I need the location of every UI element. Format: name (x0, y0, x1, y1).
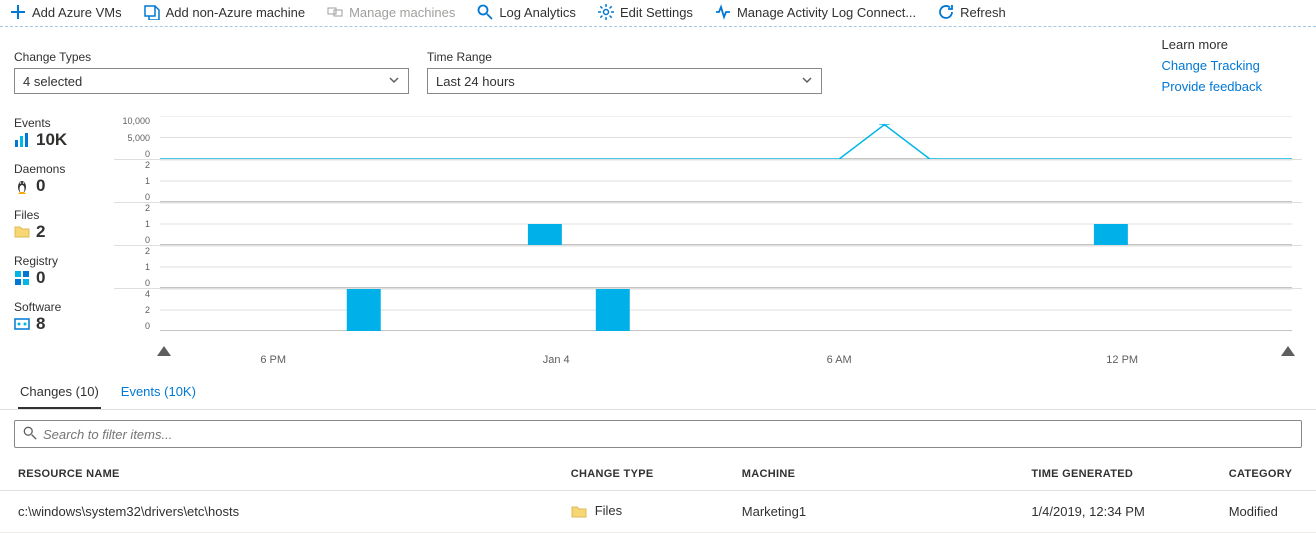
x-tick-label: 6 AM (827, 354, 852, 366)
cell-machine: Marketing1 (724, 491, 1014, 533)
result-tabs: Changes (10) Events (10K) (0, 372, 1316, 410)
change-tracking-link[interactable]: Change Tracking (1162, 58, 1262, 73)
activity-icon (715, 4, 731, 20)
col-machine[interactable]: MACHINE (724, 458, 1014, 491)
stat-daemons[interactable]: Daemons 0 (14, 162, 114, 196)
registry-icon (14, 270, 30, 286)
search-icon (477, 4, 493, 20)
search-box[interactable] (14, 420, 1302, 448)
plus-icon (10, 4, 26, 20)
manage-machines-button: Manage machines (327, 4, 455, 20)
results-table: RESOURCE NAME CHANGE TYPE MACHINE TIME G… (0, 458, 1316, 533)
x-tick-label: Jan 4 (543, 354, 570, 366)
manage-activity-label: Manage Activity Log Connect... (737, 5, 916, 20)
machines-icon (327, 4, 343, 20)
provide-feedback-link[interactable]: Provide feedback (1162, 79, 1262, 94)
col-time[interactable]: TIME GENERATED (1013, 458, 1210, 491)
chevron-down-icon (801, 74, 813, 89)
range-handle-right[interactable] (1281, 346, 1295, 356)
chart-row-registry[interactable]: 210 (114, 245, 1302, 288)
manage-activity-button[interactable]: Manage Activity Log Connect... (715, 4, 916, 20)
stat-events[interactable]: Events 10K (14, 116, 114, 150)
log-analytics-label: Log Analytics (499, 5, 576, 20)
software-icon (14, 316, 30, 332)
tab-events[interactable]: Events (10K) (119, 378, 198, 409)
time-range-select[interactable]: Last 24 hours (427, 68, 822, 94)
cell-resource: c:\windows\system32\drivers\etc\hosts (0, 491, 553, 533)
range-handle-left[interactable] (157, 346, 171, 356)
time-range-label: Time Range (427, 50, 822, 64)
search-input[interactable] (43, 427, 1293, 442)
folder-icon (14, 224, 30, 240)
stat-files[interactable]: Files 2 (14, 208, 114, 242)
table-row[interactable]: c:\windows\system32\drivers\etc\hostsFil… (0, 491, 1316, 533)
cell-category: Modified (1211, 491, 1316, 533)
learn-more-label: Learn more (1162, 37, 1262, 52)
manage-machines-label: Manage machines (349, 5, 455, 20)
chevron-down-icon (388, 74, 400, 89)
time-range-value: Last 24 hours (436, 74, 515, 89)
change-types-select[interactable]: 4 selected (14, 68, 409, 94)
add-non-azure-label: Add non-Azure machine (166, 5, 305, 20)
cell-time: 1/4/2019, 12:34 PM (1013, 491, 1210, 533)
chart-row-software[interactable]: 420 (114, 288, 1302, 331)
chart-rows: 10,0005,0000210210210420 (114, 116, 1302, 346)
add-non-azure-button[interactable]: Add non-Azure machine (144, 4, 305, 20)
edit-settings-button[interactable]: Edit Settings (598, 4, 693, 20)
col-resource[interactable]: RESOURCE NAME (0, 458, 553, 491)
chart-row-daemons[interactable]: 210 (114, 159, 1302, 202)
add-azure-vms-label: Add Azure VMs (32, 5, 122, 20)
charts-panel: Events 10K Daemons 0 Files (0, 108, 1316, 346)
filters-row: Change Types 4 selected Time Range Last … (0, 27, 1316, 108)
machine-icon (144, 4, 160, 20)
cell-change-type: Files (553, 491, 724, 533)
edit-settings-label: Edit Settings (620, 5, 693, 20)
change-types-label: Change Types (14, 50, 409, 64)
stats-sidebar: Events 10K Daemons 0 Files (14, 116, 114, 346)
refresh-label: Refresh (960, 5, 1006, 20)
learn-more-panel: Learn more Change Tracking Provide feedb… (1162, 37, 1302, 94)
col-category[interactable]: CATEGORY (1211, 458, 1316, 491)
chart-row-files[interactable]: 210 (114, 202, 1302, 245)
table-body: c:\windows\system32\drivers\etc\hostsFil… (0, 491, 1316, 533)
refresh-icon (938, 4, 954, 20)
log-analytics-button[interactable]: Log Analytics (477, 4, 576, 20)
tab-changes[interactable]: Changes (10) (18, 378, 101, 409)
x-tick-label: 12 PM (1106, 354, 1138, 366)
gear-icon (598, 4, 614, 20)
change-types-value: 4 selected (23, 74, 82, 89)
chart-row-events[interactable]: 10,0005,0000 (114, 116, 1302, 159)
folder-icon (571, 504, 587, 520)
refresh-button[interactable]: Refresh (938, 4, 1006, 20)
stat-software[interactable]: Software 8 (14, 300, 114, 334)
stat-registry[interactable]: Registry 0 (14, 254, 114, 288)
bar-chart-icon (14, 132, 30, 148)
search-icon (23, 426, 37, 443)
x-tick-label: 6 PM (260, 354, 286, 366)
penguin-icon (14, 178, 30, 194)
col-change-type[interactable]: CHANGE TYPE (553, 458, 724, 491)
chart-x-axis: 6 PM Jan 4 6 AM 12 PM (160, 346, 1292, 372)
toolbar: Add Azure VMs Add non-Azure machine Mana… (0, 0, 1316, 27)
add-azure-vms-button[interactable]: Add Azure VMs (10, 4, 122, 20)
